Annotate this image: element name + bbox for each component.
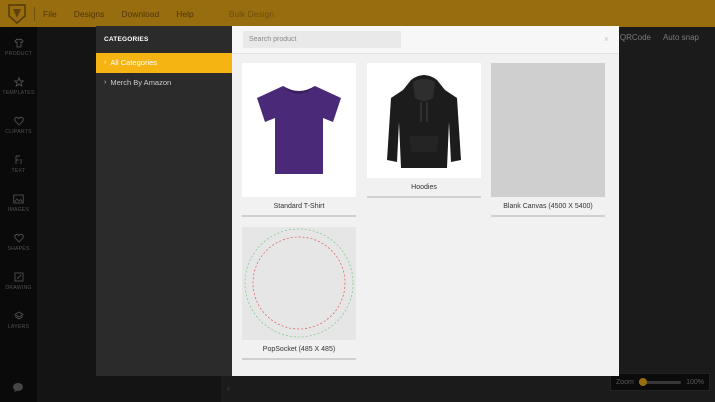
category-merch-by-amazon[interactable]: › Merch By Amazon <box>96 73 232 93</box>
categories-title: CATEGORIES <box>104 36 149 43</box>
close-icon[interactable]: × <box>604 34 609 44</box>
product-card-popsocket[interactable]: PopSocket (485 X 485) <box>242 227 356 360</box>
search-bar: × <box>232 26 619 54</box>
category-all[interactable]: › All Categories <box>96 53 232 73</box>
product-card-blank-canvas[interactable]: Blank Canvas (4500 X 5400) <box>491 63 605 217</box>
product-card-standard-tshirt[interactable]: Standard T-Shirt <box>242 63 356 217</box>
chevron-right-icon: › <box>104 79 107 86</box>
popsocket-circle-icon <box>244 228 354 338</box>
categories-panel: CATEGORIES › All Categories › Merch By A… <box>96 26 232 376</box>
tshirt-thumbnail <box>242 63 356 197</box>
product-label: PopSocket (485 X 485) <box>242 340 356 360</box>
product-grid-panel: × Standard T-Shirt Hoodies <box>232 26 619 376</box>
popsocket-thumbnail <box>242 227 356 340</box>
chevron-right-icon: › <box>104 59 107 66</box>
hoodie-thumbnail <box>367 63 481 178</box>
hoodie-icon <box>387 74 461 168</box>
product-card-hoodies[interactable]: Hoodies <box>367 63 481 198</box>
tshirt-icon <box>257 86 341 174</box>
blank-canvas-thumbnail <box>491 63 605 197</box>
search-product-input[interactable] <box>243 31 401 48</box>
category-label: Merch By Amazon <box>110 78 172 87</box>
category-label: All Categories <box>110 58 158 67</box>
product-label: Blank Canvas (4500 X 5400) <box>491 197 605 217</box>
product-picker-modal: CATEGORIES › All Categories › Merch By A… <box>96 26 619 376</box>
product-label: Standard T-Shirt <box>242 197 356 217</box>
product-label: Hoodies <box>367 178 481 198</box>
